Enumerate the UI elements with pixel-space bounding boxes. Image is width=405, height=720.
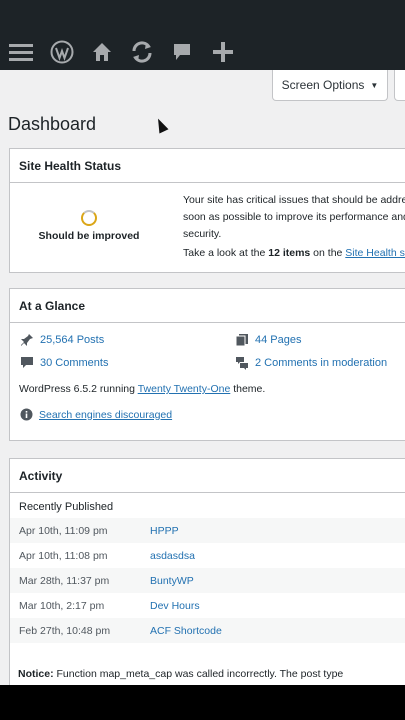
version-suffix: theme. (230, 383, 266, 395)
screen-options-label: Screen Options (281, 78, 365, 92)
activity-row: Mar 10th, 2:17 pm Dev Hours (10, 593, 405, 618)
activity-row: Apr 10th, 11:09 pm HPPP (10, 518, 405, 543)
wordpress-logo-icon[interactable] (47, 37, 77, 67)
activity-post-link[interactable]: BuntyWP (150, 575, 194, 587)
site-health-widget: Site Health Status Should be improved Yo… (9, 148, 405, 273)
site-health-message: Your site has critical issues that shoul… (183, 192, 405, 243)
site-health-title: Site Health Status (19, 158, 122, 173)
site-health-message-line: security. (183, 228, 222, 240)
items-count: 12 items (268, 247, 311, 259)
pages-count-link[interactable]: 44 Pages (255, 334, 301, 346)
activity-post-link[interactable]: Dev Hours (150, 600, 200, 612)
activity-row: Mar 28th, 11:37 pm BuntyWP (10, 568, 405, 593)
php-notice: Notice: Function map_meta_cap was called… (18, 668, 343, 680)
site-health-screen-link[interactable]: Site Health sc (345, 247, 405, 259)
bottom-letterbox (0, 685, 405, 720)
pin-icon (21, 334, 33, 346)
at-a-glance-title: At a Glance (19, 298, 86, 313)
dashboard-content: Screen Options ▼ Dashboard Site Health S… (0, 70, 405, 685)
moderation-count-item[interactable]: 2 Comments in moderation (235, 356, 387, 370)
at-a-glance-header[interactable]: At a Glance (10, 289, 405, 323)
version-prefix: WordPress 6.5.2 running (19, 383, 138, 395)
activity-row: Feb 27th, 10:48 pm ACF Shortcode (10, 618, 405, 643)
screen-options-button[interactable]: Screen Options ▼ (272, 70, 388, 101)
add-new-icon[interactable] (208, 37, 238, 67)
activity-widget: Activity Recently Published Apr 10th, 11… (9, 458, 405, 685)
activity-date: Mar 28th, 11:37 pm (19, 574, 110, 587)
site-health-take-look: Take a look at the 12 items on the Site … (183, 247, 405, 259)
page-title: Dashboard (8, 114, 97, 134)
moderation-count-link[interactable]: 2 Comments in moderation (255, 357, 387, 369)
comments-icon[interactable] (167, 37, 197, 67)
notice-text: Function map_meta_cap was called incorre… (53, 668, 344, 680)
pages-icon (235, 334, 248, 347)
take-look-mid: on the (310, 247, 346, 259)
chevron-down-icon: ▼ (370, 80, 379, 90)
comments-count-item[interactable]: 30 Comments (20, 356, 108, 370)
theme-link[interactable]: Twenty Twenty-One (138, 383, 231, 395)
site-health-message-line: Your site has critical issues that shoul… (183, 194, 405, 206)
mouse-cursor-icon (153, 116, 169, 134)
updates-icon[interactable] (127, 37, 157, 67)
activity-post-link[interactable]: ACF Shortcode (150, 625, 222, 637)
activity-post-link[interactable]: asdasdsa (150, 550, 195, 562)
activity-row: Apr 10th, 11:08 pm asdasdsa (10, 543, 405, 568)
activity-title: Activity (19, 468, 63, 483)
site-health-indicator-icon (81, 210, 97, 226)
posts-count-item[interactable]: 25,564 Posts (20, 333, 104, 347)
notice-label: Notice: (18, 668, 54, 680)
pages-count-item[interactable]: 44 Pages (235, 333, 301, 347)
posts-count-link[interactable]: 25,564 Posts (40, 334, 104, 346)
activity-date: Feb 27th, 10:48 pm (19, 624, 111, 637)
activity-post-link[interactable]: HPPP (150, 525, 179, 537)
take-look-prefix: Take a look at the (183, 247, 269, 259)
recently-published-heading: Recently Published (19, 501, 114, 513)
search-engines-link[interactable]: Search engines discouraged (39, 409, 172, 421)
at-a-glance-widget: At a Glance 25,564 Posts 44 Pages 30 Com… (9, 288, 405, 441)
comment-icon (21, 357, 33, 368)
site-health-header[interactable]: Site Health Status (10, 149, 405, 183)
site-health-status-text: Should be improved (38, 230, 140, 242)
admin-toolbar (0, 0, 405, 70)
activity-date: Mar 10th, 2:17 pm (19, 599, 105, 612)
menu-icon[interactable] (6, 37, 36, 67)
activity-header[interactable]: Activity (10, 459, 405, 493)
comments-moderation-icon (236, 357, 248, 370)
help-button[interactable] (394, 70, 405, 101)
screen: Screen Options ▼ Dashboard Site Health S… (0, 0, 405, 720)
info-icon (20, 408, 33, 421)
search-engines-notice[interactable]: Search engines discouraged (20, 408, 172, 421)
activity-date: Apr 10th, 11:09 pm (19, 524, 108, 537)
wordpress-version-text: WordPress 6.5.2 running Twenty Twenty-On… (19, 383, 265, 395)
comments-count-link[interactable]: 30 Comments (40, 357, 108, 369)
home-icon[interactable] (87, 37, 117, 67)
activity-date: Apr 10th, 11:08 pm (19, 549, 108, 562)
site-health-message-line: soon as possible to improve its performa… (183, 211, 405, 223)
